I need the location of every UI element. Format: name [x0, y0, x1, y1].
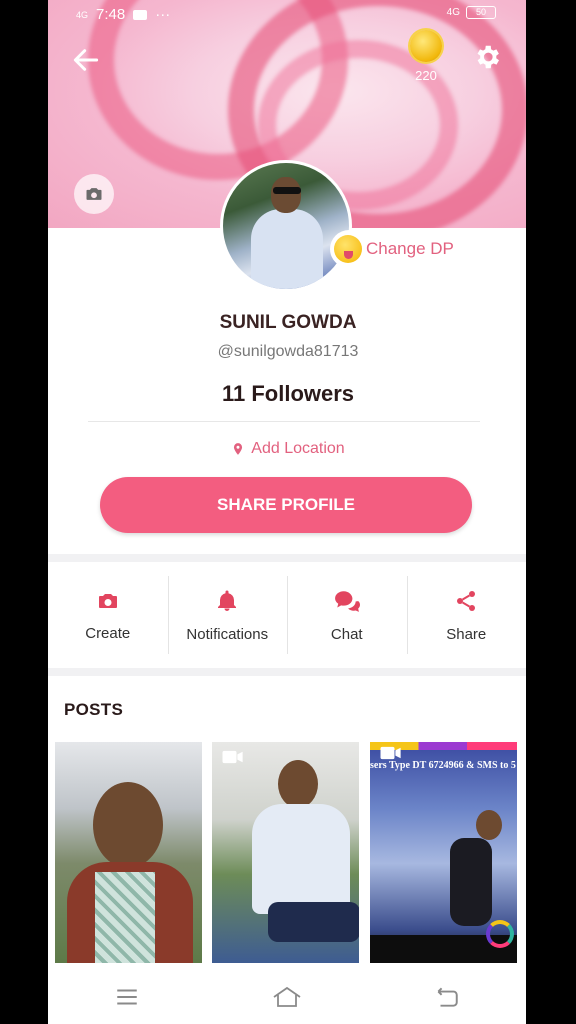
battery-level: 50 — [475, 7, 486, 17]
chat-label: Chat — [330, 625, 363, 643]
youtube-icon — [133, 9, 148, 20]
post-person — [476, 810, 502, 840]
home-icon[interactable] — [271, 984, 303, 1010]
chat-icon — [334, 590, 360, 612]
posts-title: POSTS — [64, 700, 124, 719]
share-icon — [457, 590, 476, 611]
post-thumbnail[interactable]: sers Type DT 6724966 & SMS to 5 — [370, 742, 517, 963]
post-thumbnail[interactable] — [55, 742, 202, 963]
divider — [88, 421, 480, 422]
add-location-label: Add Location — [251, 440, 345, 457]
app-watermark-icon — [486, 920, 514, 948]
camera-icon — [98, 593, 117, 608]
location-pin-icon — [234, 443, 243, 455]
share-action[interactable]: Share — [406, 562, 527, 668]
avatar-shirt — [251, 209, 323, 289]
add-location-link[interactable]: Add Location — [0, 440, 576, 458]
signal-icon: 4G — [76, 9, 89, 20]
tongue-emoji-icon — [334, 235, 362, 263]
create-action[interactable]: Create — [48, 562, 168, 668]
back-icon[interactable] — [434, 985, 460, 1009]
coin-icon[interactable] — [410, 30, 442, 62]
change-dp-label: Change DP — [366, 239, 454, 258]
post-person-jeans — [268, 902, 359, 942]
post-person-dress — [450, 838, 492, 926]
post-person-shirt — [252, 804, 350, 914]
post-person — [278, 760, 318, 808]
system-nav-bar — [48, 970, 526, 1024]
create-label: Create — [85, 624, 131, 642]
avatar[interactable] — [220, 160, 352, 292]
back-arrow-icon[interactable] — [70, 44, 102, 76]
action-row: Create Notifications Chat Share — [48, 562, 526, 668]
followers-count[interactable]: 11 Followers — [0, 381, 576, 407]
battery-icon: 50 — [466, 6, 496, 19]
profile-handle: @sunilgowda81713 — [217, 343, 359, 360]
post-person-scarf — [95, 872, 155, 963]
notifications-action[interactable]: Notifications — [167, 562, 288, 668]
coin-count: 220 — [415, 68, 437, 83]
share-label: Share — [446, 625, 487, 643]
notifications-label: Notifications — [186, 625, 269, 643]
avatar-glasses — [273, 187, 301, 194]
change-dp-button[interactable]: Change DP — [330, 230, 464, 268]
video-icon — [380, 746, 401, 760]
status-time: 7:48 — [96, 6, 126, 23]
post-caption-text: sers Type DT 6724966 & SMS to 5 — [370, 760, 516, 771]
change-cover-button[interactable] — [74, 174, 114, 214]
status-bar: 4G 7:48 ··· 4G 50 — [68, 6, 506, 26]
posts-section: POSTS sers Type DT 6724966 & SMS to 5 — [48, 676, 526, 976]
bell-icon — [218, 590, 237, 611]
chat-action[interactable]: Chat — [287, 562, 407, 668]
share-profile-button[interactable]: SHARE PROFILE — [100, 477, 472, 533]
more-notifications-icon: ··· — [155, 6, 171, 23]
profile-name: SUNIL GOWDA — [219, 312, 357, 333]
gear-icon[interactable] — [472, 42, 502, 72]
camera-icon — [86, 188, 102, 200]
menu-icon[interactable] — [114, 986, 140, 1008]
avatar-head — [271, 177, 301, 213]
video-icon — [222, 750, 243, 764]
post-person — [93, 782, 163, 868]
post-thumbnail[interactable] — [212, 742, 359, 963]
network-label: 4G — [446, 7, 460, 18]
